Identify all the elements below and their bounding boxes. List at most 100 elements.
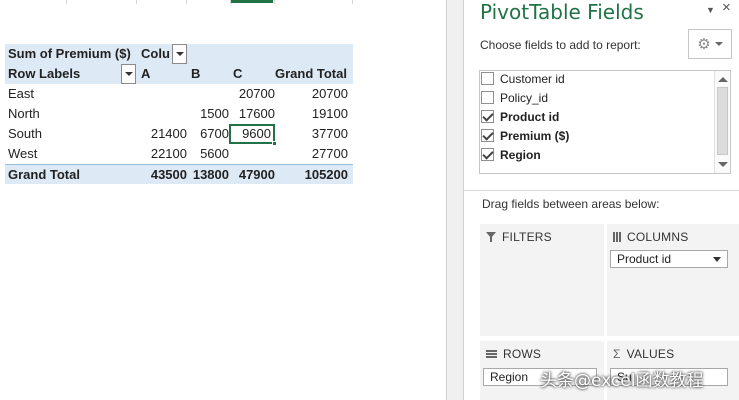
table-row[interactable]: East 20700 20700 [5, 84, 353, 104]
values-label: VALUES [626, 347, 675, 361]
cell-value[interactable]: 6700 [187, 124, 229, 144]
pane-options-icon[interactable]: ▼ [706, 2, 715, 18]
filter-icon [486, 231, 496, 243]
columns-icon [613, 232, 621, 242]
cell-value[interactable] [187, 84, 229, 104]
rows-icon [486, 350, 497, 358]
gridline [352, 0, 353, 4]
row-total[interactable]: 19100 [275, 104, 348, 124]
checkbox-checked[interactable] [481, 129, 494, 142]
row-labels-header[interactable]: Row Labels [8, 64, 80, 84]
row-labels-filter-button[interactable] [121, 64, 136, 84]
field-label: Policy_id [500, 90, 549, 105]
choose-fields-label: Choose fields to add to report: [480, 38, 641, 52]
scroll-down-icon[interactable] [718, 162, 728, 167]
column-labels-header[interactable]: Colu [141, 44, 170, 64]
row-total[interactable]: 27700 [275, 144, 348, 164]
total-value[interactable]: 13800 [187, 165, 229, 185]
total-value[interactable]: 47900 [229, 165, 275, 185]
cell-value[interactable]: 21400 [135, 124, 187, 144]
gridline [186, 0, 187, 4]
pane-divider[interactable] [464, 190, 739, 191]
cell-value[interactable] [135, 84, 187, 104]
pane-title: PivotTable Fields [480, 0, 644, 24]
row-label[interactable]: South [8, 124, 118, 144]
pivottable-fields-pane: PivotTable Fields ▼ × Choose fields to a… [464, 0, 739, 400]
column-header-b[interactable]: B [191, 64, 200, 84]
selected-cell-value: 9600 [242, 126, 271, 141]
watermark: 头条@excel函数教程 [540, 371, 704, 391]
close-icon[interactable]: × [722, 0, 731, 16]
row-label[interactable]: North [8, 104, 118, 124]
gridline [274, 0, 275, 4]
row-total[interactable]: 20700 [275, 84, 348, 104]
selected-cell[interactable]: 9600 [229, 124, 277, 146]
checkbox[interactable] [481, 91, 494, 104]
rows-area-title: ROWS [486, 347, 541, 361]
column-labels-filter-button[interactable] [172, 44, 187, 64]
field-label: Region [500, 147, 541, 162]
cell-value[interactable]: 22100 [135, 144, 187, 164]
values-area-title: Σ VALUES [613, 347, 674, 361]
chip-label: Region [490, 370, 529, 384]
cell-value[interactable]: 17600 [229, 104, 275, 124]
field-item-product-id[interactable]: Product id [481, 107, 559, 126]
checkbox[interactable] [481, 72, 494, 85]
chip-label: Product id [617, 252, 672, 266]
gridline [66, 0, 67, 4]
table-row[interactable]: West 22100 5600 27700 [5, 144, 353, 164]
sigma-icon: Σ [613, 347, 621, 361]
checkbox-checked[interactable] [481, 110, 494, 123]
table-row[interactable]: South 21400 6700 9600 37700 [5, 124, 353, 146]
filters-area-title: FILTERS [486, 230, 552, 244]
row-label[interactable]: East [8, 84, 118, 104]
chevron-down-icon [714, 42, 723, 46]
grand-total-value[interactable]: 105200 [275, 165, 348, 185]
spreadsheet-area[interactable]: Sum of Premium ($) Colu Row Labels A B C… [0, 0, 446, 400]
gridline [136, 0, 137, 4]
field-label: Product id [500, 109, 560, 124]
pivot-table[interactable]: Sum of Premium ($) Colu Row Labels A B C… [5, 44, 353, 184]
grand-total-label[interactable]: Grand Total [8, 165, 118, 185]
row-label[interactable]: West [8, 144, 118, 164]
total-value[interactable]: 43500 [135, 165, 187, 185]
chevron-down-icon[interactable] [713, 257, 721, 262]
filters-label: FILTERS [502, 230, 552, 244]
field-item-region[interactable]: Region [481, 145, 541, 164]
cell-value[interactable] [135, 104, 187, 124]
field-label: Customer id [500, 71, 565, 86]
field-item-premium[interactable]: Premium ($) [481, 126, 569, 145]
table-row[interactable]: North 1500 17600 19100 [5, 104, 353, 124]
cell-value[interactable]: 5600 [187, 144, 229, 164]
column-header-a[interactable]: A [141, 64, 150, 84]
field-list-scrollbar[interactable] [714, 71, 730, 173]
checkbox-checked[interactable] [481, 148, 494, 161]
field-list[interactable]: Customer id Policy_id Product id Premium… [479, 70, 731, 174]
field-label: Premium ($) [500, 128, 570, 143]
scroll-up-icon[interactable] [718, 77, 728, 82]
cell-value[interactable] [229, 144, 275, 164]
pivot-header-row: Sum of Premium ($) Colu [5, 44, 353, 64]
columns-area[interactable]: COLUMNS Product id [607, 224, 739, 336]
grand-total-header[interactable]: Grand Total [275, 64, 347, 84]
scroll-thumb[interactable] [717, 87, 728, 155]
field-item-policy-id[interactable]: Policy_id [481, 88, 548, 107]
gear-icon: ⚙ [697, 36, 711, 53]
row-total[interactable]: 37700 [275, 124, 348, 144]
drag-fields-label: Drag fields between areas below: [482, 197, 660, 211]
columns-label: COLUMNS [627, 230, 689, 244]
sheet-scroll-gutter[interactable] [446, 0, 464, 400]
field-settings-button[interactable]: ⚙ [688, 29, 732, 59]
grand-total-row[interactable]: Grand Total 43500 13800 47900 105200 [5, 164, 353, 184]
filters-area[interactable]: FILTERS [480, 224, 604, 336]
pivot-subheader-row: Row Labels A B C Grand Total [5, 64, 353, 84]
cell-value[interactable]: 1500 [187, 104, 229, 124]
columns-field-chip[interactable]: Product id [610, 250, 728, 268]
active-column-indicator [231, 0, 273, 3]
rows-label: ROWS [503, 347, 542, 361]
cell-value[interactable]: 20700 [229, 84, 275, 104]
column-header-c[interactable]: C [233, 64, 242, 84]
columns-area-title: COLUMNS [613, 230, 688, 244]
field-item-customer-id[interactable]: Customer id [481, 69, 565, 88]
value-field-label[interactable]: Sum of Premium ($) [8, 44, 131, 64]
